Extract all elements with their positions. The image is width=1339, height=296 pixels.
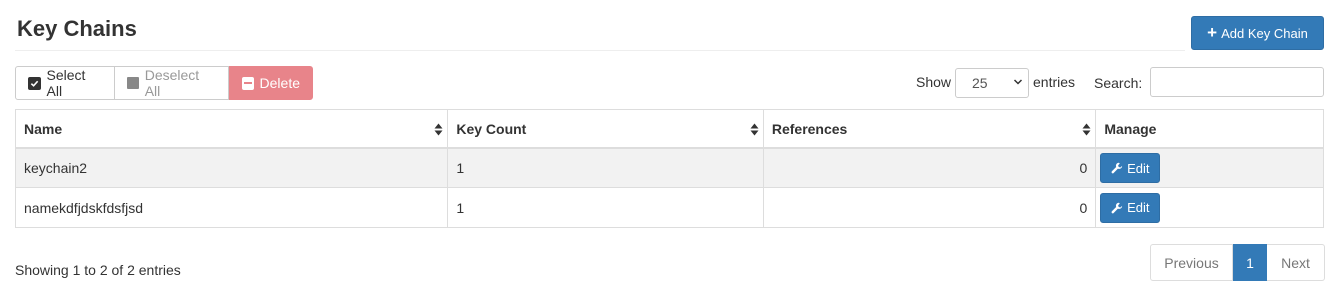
edit-label: Edit <box>1127 160 1150 176</box>
column-header-key-count[interactable]: Key Count <box>448 110 764 147</box>
add-key-chain-label: Add Key Chain <box>1221 25 1308 41</box>
delete-label: Delete <box>259 75 300 91</box>
cell-references: 0 <box>764 188 1097 227</box>
cell-manage: Edit <box>1096 188 1323 227</box>
search-label: Search: <box>1094 75 1143 91</box>
key-chains-table: Name Key Count References Manage keychai… <box>15 109 1324 228</box>
cell-key-count: 1 <box>448 188 764 227</box>
selection-button-group: Select All Deselect All Delete <box>15 66 313 100</box>
pagination-next[interactable]: Next <box>1267 244 1325 281</box>
cell-manage: Edit <box>1096 149 1323 187</box>
chevron-down-icon <box>1013 79 1023 85</box>
cell-key-count: 1 <box>448 149 764 187</box>
column-header-references[interactable]: References <box>764 110 1097 147</box>
plus-icon: + <box>1207 23 1218 42</box>
entries-label: entries <box>1033 74 1076 90</box>
square-icon <box>127 77 139 89</box>
sort-icon <box>1082 123 1091 136</box>
show-label: Show <box>916 74 952 90</box>
deselect-all-button[interactable]: Deselect All <box>115 66 229 100</box>
select-all-button[interactable]: Select All <box>15 66 115 100</box>
delete-button[interactable]: Delete <box>229 66 313 100</box>
table-header-row: Name Key Count References Manage <box>16 110 1323 149</box>
table-row: namekdfjdskfdsfjsd 1 0 Edit <box>16 188 1323 227</box>
pagination: Previous 1 Next <box>1150 244 1325 281</box>
page-title: Key Chains <box>17 16 137 41</box>
column-header-manage: Manage <box>1104 120 1157 137</box>
title-divider <box>15 50 1185 51</box>
page-length-select[interactable]: 25 <box>955 68 1029 98</box>
sort-icon <box>434 123 443 136</box>
cell-name: namekdfjdskfdsfjsd <box>16 188 449 227</box>
wrench-icon <box>1111 162 1123 174</box>
pagination-page-1[interactable]: 1 <box>1233 244 1267 281</box>
table-info: Showing 1 to 2 of 2 entries <box>15 262 181 278</box>
search-input[interactable] <box>1150 67 1324 97</box>
cell-name: keychain2 <box>16 149 449 187</box>
cell-references: 0 <box>764 149 1097 187</box>
deselect-all-label: Deselect All <box>144 67 200 99</box>
edit-label: Edit <box>1127 200 1150 215</box>
pagination-previous[interactable]: Previous <box>1150 244 1233 281</box>
page-length-value: 25 <box>972 75 988 91</box>
wrench-icon <box>1111 202 1123 213</box>
checkbox-checked-icon <box>28 76 41 90</box>
edit-button[interactable]: Edit <box>1100 192 1161 223</box>
edit-button[interactable]: Edit <box>1100 153 1161 183</box>
sort-icon <box>750 123 759 136</box>
table-row: keychain2 1 0 Edit <box>16 149 1323 188</box>
minus-square-icon <box>242 76 254 90</box>
column-header-name[interactable]: Name <box>16 110 449 147</box>
select-all-label: Select All <box>46 67 86 99</box>
add-key-chain-button[interactable]: + Add Key Chain <box>1191 16 1324 50</box>
